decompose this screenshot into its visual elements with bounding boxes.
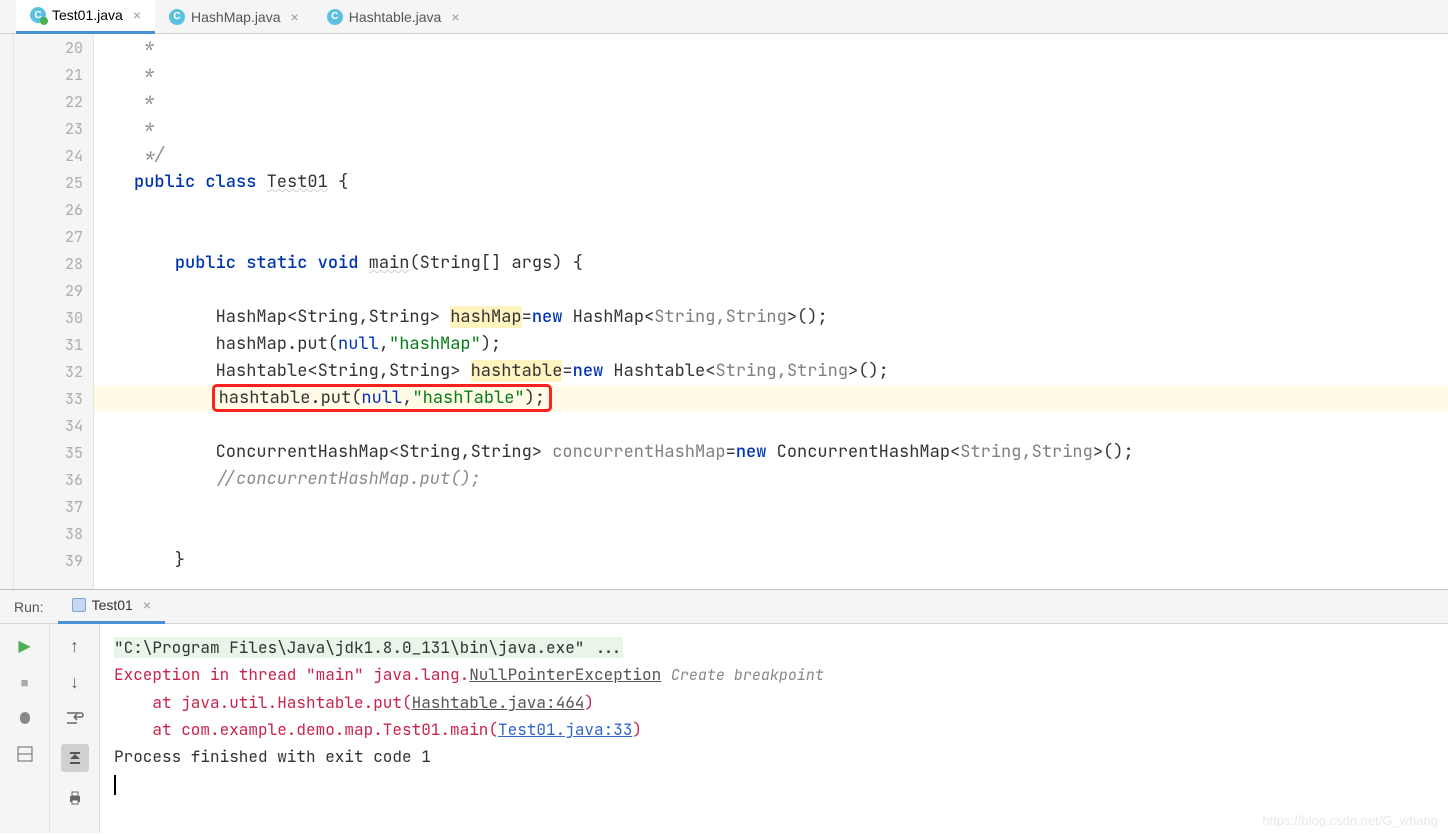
line-number: 33 [14,385,93,412]
up-arrow-icon[interactable]: ↑ [65,636,85,656]
code-line: * [134,115,1448,142]
line-number: 38 [14,520,93,547]
code-line [134,520,1448,547]
code-line [134,223,1448,250]
scroll-to-end-icon[interactable] [61,744,89,772]
run-panel-header: Run: Test01 × [0,590,1448,624]
tab-label: Test01.java [52,7,123,23]
code-line: } [134,547,1448,574]
line-number: 29 [14,277,93,304]
code-line: */ [134,142,1448,169]
run-config-tab[interactable]: Test01 × [58,590,165,624]
line-number: 25▶ [14,169,93,196]
left-margin [0,34,14,589]
soft-wrap-icon[interactable] [65,708,85,728]
code-line: ConcurrentHashMap<String,String> concurr… [134,439,1448,466]
tab-label: HashMap.java [191,9,281,25]
print-icon[interactable] [65,788,85,808]
console-output[interactable]: "C:\Program Files\Java\jdk1.8.0_131\bin\… [100,624,1448,833]
down-arrow-icon[interactable]: ↓ [65,672,85,692]
run-tab-label: Test01 [92,597,133,613]
code-line: * [134,88,1448,115]
code-line: //concurrentHashMap.put(); [134,466,1448,493]
code-line: public static void main(String[] args) { [134,250,1448,277]
code-line [134,277,1448,304]
close-icon[interactable]: × [143,597,151,613]
line-number: 21 [14,61,93,88]
console-cursor [114,770,1434,797]
code-line: * [134,61,1448,88]
line-number: 27 [14,223,93,250]
line-number-gutter: 20 21 22 23 24⌐ 25▶ 26 27 28▶ 29 30 31 3… [14,34,94,589]
console-line: at java.util.Hashtable.put(Hashtable.jav… [114,689,1434,716]
line-number: 35 [14,439,93,466]
java-class-icon: C [30,7,46,23]
code-line: hashMap.put(null,"hashMap"); [134,331,1448,358]
line-number: 37 [14,493,93,520]
console-line: at com.example.demo.map.Test01.main(Test… [114,716,1434,743]
run-panel: Run: Test01 × ▶ ■ ↑ ↓ [0,589,1448,833]
line-number: 26 [14,196,93,223]
code-line: HashMap<String,String> hashMap=new HashM… [134,304,1448,331]
close-icon[interactable]: × [291,9,299,25]
run-body: ▶ ■ ↑ ↓ "C:\Program Files\Java\jdk1.8.0_… [0,624,1448,833]
annotation-box: hashtable.put(null,"hashTable"); [212,384,552,412]
code-line [134,196,1448,223]
code-line: public class Test01 { [134,169,1448,196]
line-number: 31 [14,331,93,358]
run-label: Run: [0,599,58,615]
debug-icon[interactable] [15,708,35,728]
watermark: https://blog.csdn.net/G_whang [1262,813,1438,828]
line-number: 23 [14,115,93,142]
run-toolbar-nav: ↑ ↓ [50,624,100,833]
line-number: 36 [14,466,93,493]
line-number: 24⌐ [14,142,93,169]
line-number: 34 [14,412,93,439]
stop-icon[interactable]: ■ [15,672,35,692]
run-toolbar-left: ▶ ■ [0,624,50,833]
java-class-icon: C [327,9,343,25]
code-line: * [134,34,1448,61]
rerun-icon[interactable]: ▶ [15,636,35,656]
line-number: 22 [14,88,93,115]
close-icon[interactable]: × [451,9,459,25]
tab-hashtable[interactable]: C Hashtable.java × [313,0,474,34]
line-number: 32 [14,358,93,385]
code-line-highlighted: hashtable.put(null,"hashTable"); [94,385,1448,412]
console-line: "C:\Program Files\Java\jdk1.8.0_131\bin\… [114,634,1434,661]
editor-tabs: C Test01.java × C HashMap.java × C Hasht… [0,0,1448,34]
console-line: Process finished with exit code 1 [114,743,1434,770]
tab-test01[interactable]: C Test01.java × [16,0,155,34]
java-class-icon: C [169,9,185,25]
line-number: 39⌙ [14,547,93,574]
run-config-icon [72,598,86,612]
code-content[interactable]: * * * * */ public class Test01 { public … [94,34,1448,589]
editor: 20 21 22 23 24⌐ 25▶ 26 27 28▶ 29 30 31 3… [0,34,1448,589]
console-line: Exception in thread "main" java.lang.Nul… [114,661,1434,689]
tab-hashmap[interactable]: C HashMap.java × [155,0,313,34]
code-line [134,412,1448,439]
code-line [134,493,1448,520]
line-number: 20 [14,34,93,61]
line-number: 30 [14,304,93,331]
code-line: Hashtable<String,String> hashtable=new H… [134,358,1448,385]
tab-label: Hashtable.java [349,9,442,25]
close-icon[interactable]: × [133,7,141,23]
line-number: 28▶ [14,250,93,277]
layout-icon[interactable] [15,744,35,764]
